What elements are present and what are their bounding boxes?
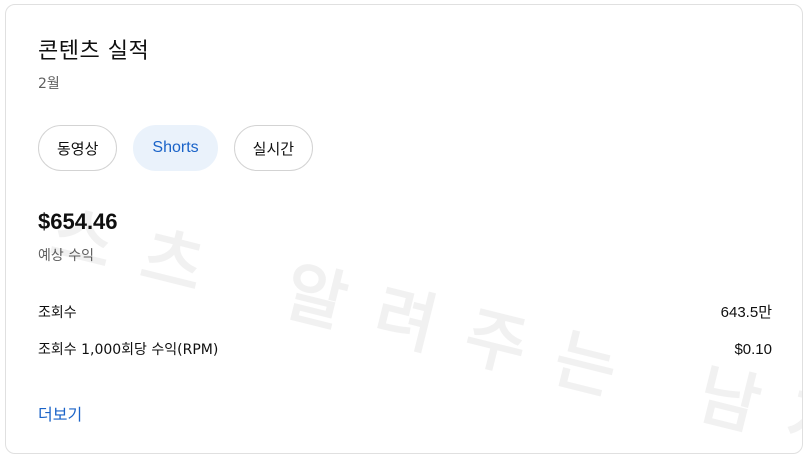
metric-row-views: 조회수 643.5만	[38, 301, 772, 322]
content-performance-card: 콘텐츠 실적 2월 동영상 Shorts 실시간 $654.46 예상 수익 조…	[5, 4, 803, 454]
card-title: 콘텐츠 실적	[38, 39, 150, 64]
metric-value: 643.5만	[720, 304, 772, 321]
tab-videos[interactable]: 동영상	[38, 125, 118, 171]
metric-value: $0.10	[734, 340, 772, 358]
see-more-link[interactable]: 더보기	[38, 401, 82, 425]
metric-label: 조회수 1,000회당 수익(RPM)	[38, 342, 219, 358]
content-type-tabs: 동영상 Shorts 실시간	[38, 125, 314, 171]
metric-label: 조회수	[38, 304, 77, 321]
card-period: 2월	[38, 76, 60, 92]
estimated-revenue-amount: $654.46	[38, 209, 118, 234]
metric-row-rpm: 조회수 1,000회당 수익(RPM) $0.10	[38, 339, 772, 359]
estimated-revenue-label: 예상 수익	[38, 248, 94, 264]
tab-live[interactable]: 실시간	[233, 125, 314, 171]
tab-shorts[interactable]: Shorts	[133, 125, 218, 171]
